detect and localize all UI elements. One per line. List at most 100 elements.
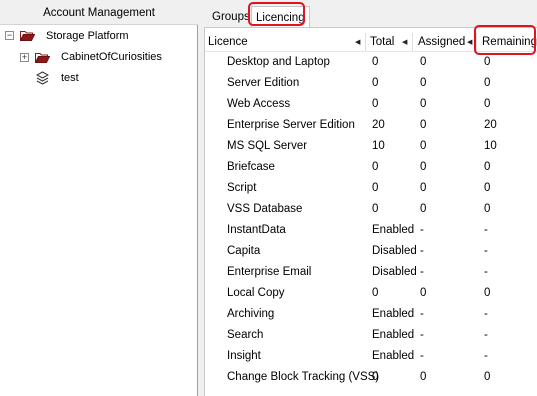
licence-name-cell: Web Access — [227, 98, 291, 110]
assigned-cell: 0 — [420, 287, 427, 299]
total-cell: 0 — [372, 182, 379, 194]
assigned-cell: - — [420, 245, 424, 257]
tree-node-test[interactable]: test — [0, 68, 198, 88]
remaining-cell: 0 — [484, 77, 491, 89]
total-cell: 10 — [372, 140, 385, 152]
total-cell: Enabled — [372, 329, 415, 341]
total-cell: Enabled — [372, 224, 415, 236]
remaining-cell: - — [484, 350, 488, 362]
licence-name-cell: Archiving — [227, 308, 275, 320]
remaining-cell: 20 — [484, 119, 497, 131]
sort-arrow-icon[interactable]: ◀ — [402, 32, 407, 53]
assigned-cell: 0 — [420, 371, 427, 383]
remaining-cell: 0 — [484, 287, 491, 299]
assigned-cell: 0 — [420, 182, 427, 194]
tree-node-label: Storage Platform — [46, 30, 129, 42]
remaining-cell: - — [484, 245, 488, 257]
column-header-remaining[interactable]: Remaining — [482, 32, 537, 52]
licence-name-cell: MS SQL Server — [227, 140, 308, 152]
assigned-cell: 0 — [420, 140, 427, 152]
sort-arrow-icon[interactable]: ◀ — [355, 32, 360, 53]
licence-row[interactable]: Insight Enabled - - — [205, 346, 537, 367]
assigned-cell: - — [420, 308, 424, 320]
licence-row[interactable]: Desktop and Laptop 0 0 0 — [205, 52, 537, 73]
assigned-cell: 0 — [420, 161, 427, 173]
folder-icon — [35, 53, 50, 63]
remaining-cell: 0 — [484, 161, 491, 173]
licence-name-cell: Server Edition — [227, 77, 300, 89]
assigned-cell: 0 — [420, 77, 427, 89]
remaining-cell: 0 — [484, 371, 491, 383]
licence-row[interactable]: Briefcase 0 0 0 — [205, 157, 537, 178]
column-divider[interactable] — [365, 33, 366, 51]
column-divider[interactable] — [412, 33, 413, 51]
tree-node-cabinetofcuriosities[interactable]: + CabinetOfCuriosities — [0, 47, 198, 67]
licence-row[interactable]: Enterprise Server Edition 20 0 20 — [205, 115, 537, 136]
remaining-cell: 0 — [484, 182, 491, 194]
licence-row[interactable]: Capita Disabled - - — [205, 241, 537, 262]
licence-name-cell: InstantData — [227, 224, 286, 236]
licence-row[interactable]: VSS Database 0 0 0 — [205, 199, 537, 220]
column-header-assigned[interactable]: Assigned — [418, 32, 465, 52]
licence-name-cell: Script — [227, 182, 257, 194]
sort-arrow-icon[interactable]: ◀ — [467, 32, 472, 53]
licence-row[interactable]: Change Block Tracking (VSS) 0 0 0 — [205, 367, 537, 388]
total-cell: Disabled — [372, 266, 417, 278]
remaining-cell: - — [484, 224, 488, 236]
tree-node-label: CabinetOfCuriosities — [61, 51, 162, 63]
total-cell: 0 — [372, 161, 379, 173]
remaining-cell: - — [484, 308, 488, 320]
column-divider[interactable] — [476, 33, 477, 51]
column-header-licence[interactable]: Licence — [208, 32, 248, 52]
licence-row[interactable]: Enterprise Email Disabled - - — [205, 262, 537, 283]
licence-name-cell: Briefcase — [227, 161, 275, 173]
expand-icon[interactable]: + — [20, 53, 29, 62]
total-cell: 0 — [372, 98, 379, 110]
total-cell: 0 — [372, 77, 379, 89]
licence-row[interactable]: InstantData Enabled - - — [205, 220, 537, 241]
total-cell: 0 — [372, 56, 379, 68]
licence-name-cell: Enterprise Server Edition — [227, 119, 355, 131]
column-header-row: Licence ◀ Total ◀ Assigned ◀ Remaining — [205, 32, 537, 52]
licence-name-cell: Capita — [227, 245, 261, 257]
total-cell: 0 — [372, 203, 379, 215]
licence-name-cell: Enterprise Email — [227, 266, 312, 278]
total-cell: 0 — [372, 371, 379, 383]
assigned-cell: - — [420, 329, 424, 341]
remaining-cell: 0 — [484, 98, 491, 110]
assigned-cell: - — [420, 224, 424, 236]
licence-row[interactable]: Server Edition 0 0 0 — [205, 73, 537, 94]
licence-name-cell: Change Block Tracking (VSS) — [227, 371, 380, 383]
licence-row[interactable]: Script 0 0 0 — [205, 178, 537, 199]
assigned-cell: - — [420, 350, 424, 362]
remaining-cell: - — [484, 266, 488, 278]
collapse-icon[interactable]: − — [5, 31, 14, 40]
remaining-cell: 10 — [484, 140, 497, 152]
total-cell: 0 — [372, 287, 379, 299]
licence-list: Licence ◀ Total ◀ Assigned ◀ Remaining D… — [204, 25, 537, 396]
total-cell: Enabled — [372, 308, 415, 320]
tree-node-storage-platform[interactable]: − Storage Platform — [0, 26, 198, 46]
tab-licencing[interactable]: Licencing — [251, 6, 310, 27]
remaining-cell: - — [484, 329, 488, 341]
licence-row[interactable]: MS SQL Server 10 0 10 — [205, 136, 537, 157]
details-panel: Groups Licencing Licence ◀ Total ◀ Assig… — [204, 0, 537, 396]
licence-row[interactable]: Local Copy 0 0 0 — [205, 283, 537, 304]
assigned-cell: - — [420, 266, 424, 278]
layers-icon — [36, 71, 49, 85]
licence-row[interactable]: Archiving Enabled - - — [205, 304, 537, 325]
app-window: Account Management − Storage Platform + … — [0, 0, 537, 396]
total-cell: Disabled — [372, 245, 417, 257]
assigned-cell: 0 — [420, 56, 427, 68]
licence-name-cell: Desktop and Laptop — [227, 56, 330, 68]
licence-name-cell: VSS Database — [227, 203, 303, 215]
licence-name-cell: Search — [227, 329, 264, 341]
column-header-total[interactable]: Total — [370, 32, 394, 52]
total-cell: Enabled — [372, 350, 415, 362]
open-folder-icon — [20, 31, 35, 41]
licence-row[interactable]: Web Access 0 0 0 — [205, 94, 537, 115]
tab-groups[interactable]: Groups — [208, 8, 254, 27]
tree-node-label: test — [61, 72, 79, 84]
tree-header: Account Management — [0, 0, 198, 25]
licence-row[interactable]: Search Enabled - - — [205, 325, 537, 346]
